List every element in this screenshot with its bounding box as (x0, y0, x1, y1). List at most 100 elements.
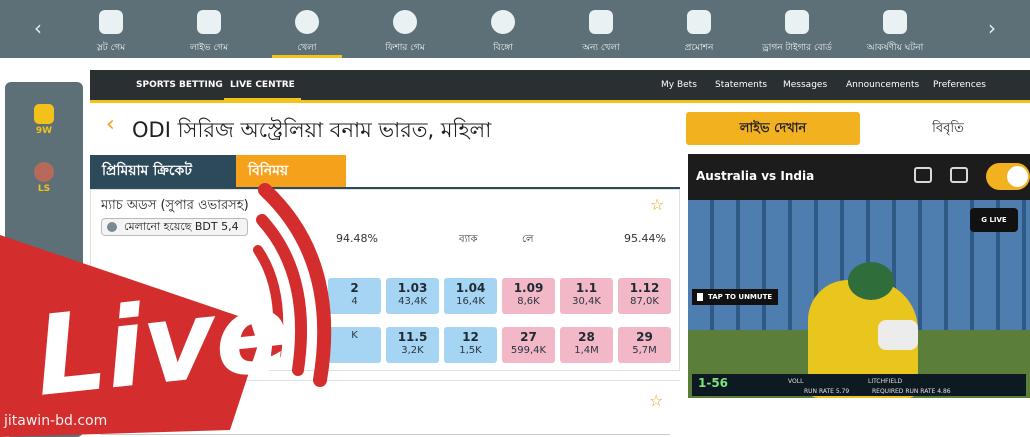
nav-item-promotion[interactable]: প্রমোশন (650, 0, 748, 58)
odds-volume: 5,7M (632, 345, 657, 356)
nav-item-label: ফিশার গেম (385, 43, 425, 53)
gift-icon (687, 10, 711, 34)
required-run-rate: REQUIRED RUN RATE 4.86 (872, 388, 951, 395)
lay-odds-cell[interactable]: 29 5,7M (618, 327, 671, 363)
link-statements[interactable]: Statements (715, 70, 767, 100)
nav-item-label: লাইভ গেম (189, 43, 229, 53)
link-my-bets[interactable]: My Bets (661, 70, 697, 100)
crosshair-icon (393, 10, 417, 34)
statistics-button[interactable]: বিবৃতি (866, 112, 1030, 145)
star-icon[interactable]: ☆ (650, 195, 664, 214)
page: ‹ স্লট গেম লাইভ গেম খেলা ফিশার গেম বিঙ্গ… (0, 0, 1030, 437)
lay-odds-cell[interactable]: 27 599,4K (502, 327, 555, 363)
nav-item-dragon-tiger[interactable]: ড্রাগন টাইগার বোর্ড (748, 0, 846, 58)
nav-item-events[interactable]: আকর্ষণীয় ঘটনা (846, 0, 944, 58)
nav-items: স্লট গেম লাইভ গেম খেলা ফিশার গেম বিঙ্গো … (62, 0, 992, 58)
odds-volume: 3,2K (401, 345, 424, 356)
watermark-text: jitawin-bd.com (4, 413, 108, 429)
batter-2: LITCHFIELD (868, 378, 903, 385)
video-toggle[interactable] (986, 163, 1030, 190)
batter-1: VOLL (788, 378, 804, 385)
sub-navigation: SPORTS BETTING LIVE CENTRE My Bets State… (90, 70, 1030, 100)
cricket-ball-icon (295, 10, 319, 34)
match-header: ‹ ODI সিরিজ অস্ট্রেলিয়া বনাম ভারত, মহিল… (96, 108, 680, 148)
odds-volume: 87,0K (630, 296, 659, 307)
odds-value: 29 (636, 330, 653, 344)
odds-value: 28 (578, 330, 595, 344)
rocket-icon (589, 10, 613, 34)
odds-value: 11.5 (397, 330, 428, 344)
back-odds-cell[interactable]: 1.04 16,4K (444, 278, 497, 314)
slot-icon (99, 10, 123, 34)
bingo-ball-icon (491, 10, 515, 34)
9w-icon (34, 104, 54, 124)
back-odds-cell[interactable]: 12 1,5K (444, 327, 497, 363)
odds-value: 12 (462, 330, 479, 344)
party-popper-icon (883, 10, 907, 34)
back-chevron-icon[interactable]: ‹ (106, 112, 115, 137)
tab-sports-betting[interactable]: SPORTS BETTING (136, 70, 223, 100)
subnav-divider (90, 100, 1030, 103)
video-title: Australia vs India (696, 169, 815, 183)
score-bar: 1-56 VOLL LITCHFIELD RUN RATE 5.79 REQUI… (692, 374, 1026, 396)
odds-value: 1.12 (629, 281, 660, 295)
chevron-right-icon[interactable]: › (980, 14, 1004, 42)
nav-item-fishing[interactable]: ফিশার গেম (356, 0, 454, 58)
nav-item-label: অন্য খেলা (582, 43, 620, 53)
nav-item-sports[interactable]: খেলা (258, 0, 356, 58)
live-video[interactable]: TAP TO UNMUTE G LIVE 1-56 VOLL LITCHFIEL… (688, 200, 1030, 398)
nav-item-live-game[interactable]: লাইভ গেম (160, 0, 258, 58)
unmute-button[interactable]: TAP TO UNMUTE (692, 289, 779, 305)
ls-icon (34, 162, 54, 182)
back-odds-cell[interactable]: 1.03 43,4K (386, 278, 439, 314)
right-panel-tabs: লাইভ দেখান বিবৃতি (686, 112, 1030, 146)
odds-volume: 16,4K (456, 296, 485, 307)
link-messages[interactable]: Messages (783, 70, 827, 100)
odds-volume: 599,4K (510, 345, 547, 356)
nav-item-label: বিঙ্গো (493, 43, 513, 53)
lay-odds-cell[interactable]: 1.1 30,4K (560, 278, 613, 314)
lay-label: লে (522, 234, 534, 245)
batter-helmet (848, 262, 894, 300)
live-badge-graphic: Live (0, 183, 332, 437)
link-preferences[interactable]: Preferences (933, 70, 1027, 100)
odds-volume: 8,6K (517, 296, 540, 307)
match-title: ODI সিরিজ অস্ট্রেলিয়া বনাম ভারত, মহিলা (132, 118, 492, 142)
video-play-icon[interactable] (950, 167, 968, 183)
sidebar-item-label: 9W (35, 126, 53, 136)
odds-value: 1.09 (513, 281, 544, 295)
lay-odds-cell[interactable]: 1.12 87,0K (618, 278, 671, 314)
nav-item-other-games[interactable]: অন্য খেলা (552, 0, 650, 58)
odds-volume: 1,4M (574, 345, 599, 356)
tab-live-centre[interactable]: LIVE CENTRE (224, 70, 301, 100)
nav-item-slot[interactable]: স্লট গেম (62, 0, 160, 58)
score: 1-56 (698, 376, 729, 390)
glive-logo: G LIVE (970, 208, 1018, 232)
scoreboard-icon[interactable] (914, 167, 932, 183)
sidebar-item-9w[interactable]: 9W (5, 98, 83, 148)
chevron-left-icon[interactable]: ‹ (26, 14, 50, 42)
nav-item-label: আকর্ষণীয় ঘটনা (866, 43, 924, 53)
odds-value: 1.1 (575, 281, 598, 295)
batter-pad (878, 320, 918, 350)
nav-item-label: স্লট গেম (96, 43, 126, 53)
video-header: Australia vs India (688, 154, 1030, 200)
run-rate: RUN RATE 5.79 (804, 388, 850, 395)
lay-percentage: 95.44% (624, 232, 666, 245)
live-text: Live (29, 267, 295, 421)
live-view-button[interactable]: লাইভ দেখান (686, 112, 860, 145)
odds-value: 1.03 (397, 281, 428, 295)
odds-volume: 30,4K (572, 296, 601, 307)
back-label: ব্যাক (459, 234, 478, 245)
link-announcements[interactable]: Announcements (846, 70, 919, 100)
lay-odds-cell[interactable]: 1.09 8,6K (502, 278, 555, 314)
star-icon[interactable]: ☆ (649, 391, 663, 410)
lay-odds-cell[interactable]: 28 1,4M (560, 327, 613, 363)
nav-item-bingo[interactable]: বিঙ্গো (454, 0, 552, 58)
odds-volume: 1,5K (459, 345, 482, 356)
back-odds-cell[interactable]: 11.5 3,2K (386, 327, 439, 363)
nav-item-label: প্রমোশন (684, 43, 714, 53)
odds-volume: 43,4K (398, 296, 427, 307)
dragon-icon (785, 10, 809, 34)
odds-value: 1.04 (455, 281, 486, 295)
